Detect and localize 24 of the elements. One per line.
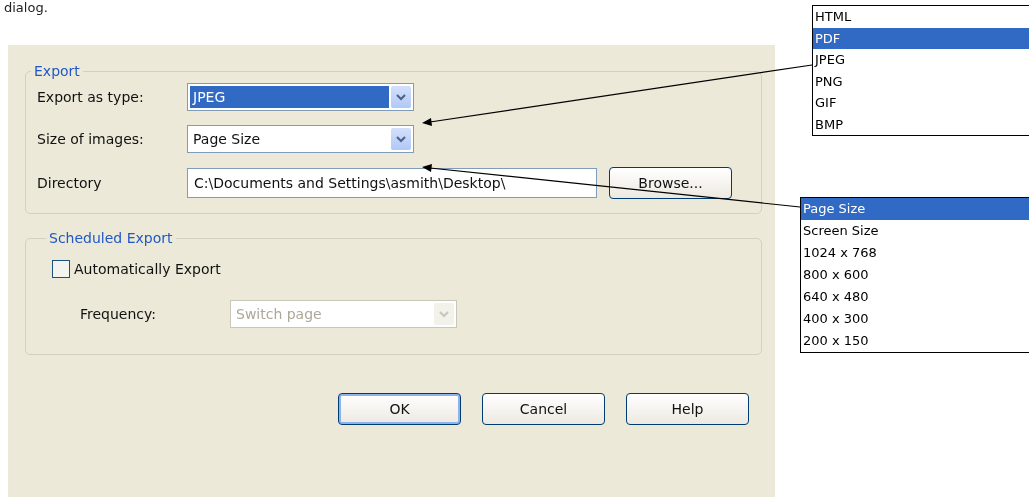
group-title: Export [33,63,81,79]
list-option[interactable]: PDF [813,27,1029,49]
group-title: Scheduled Export [48,230,174,246]
browse-button[interactable]: Browse... [609,167,732,199]
field-label: Directory [37,175,103,191]
dropdown-value: JPEG [190,86,389,108]
dropdown-value: Page Size [192,130,262,149]
field-label: Frequency: [80,306,158,322]
dropdown[interactable]: Page Size [187,125,414,153]
dialog-button[interactable]: Cancel [482,393,605,425]
dialog-button[interactable]: OK [338,393,461,425]
dialog-button[interactable]: Help [626,393,749,425]
dropdown-value: Switch page [235,305,323,324]
checkbox[interactable] [52,260,70,278]
caption-text: dialog. [4,0,48,16]
list-option[interactable]: Page Size [801,198,1029,220]
checkbox-label: Automatically Export [74,261,222,277]
chevron-down-icon [439,310,449,318]
chevron-down-icon [396,93,406,101]
chevron-down-icon [396,135,406,143]
field-label: Export as type: [37,89,145,105]
directory-field[interactable]: C:\Documents and Settings\asmith\Desktop\ [187,168,597,198]
field-label: Size of images: [37,131,145,147]
dropdown[interactable]: JPEG [187,83,414,111]
